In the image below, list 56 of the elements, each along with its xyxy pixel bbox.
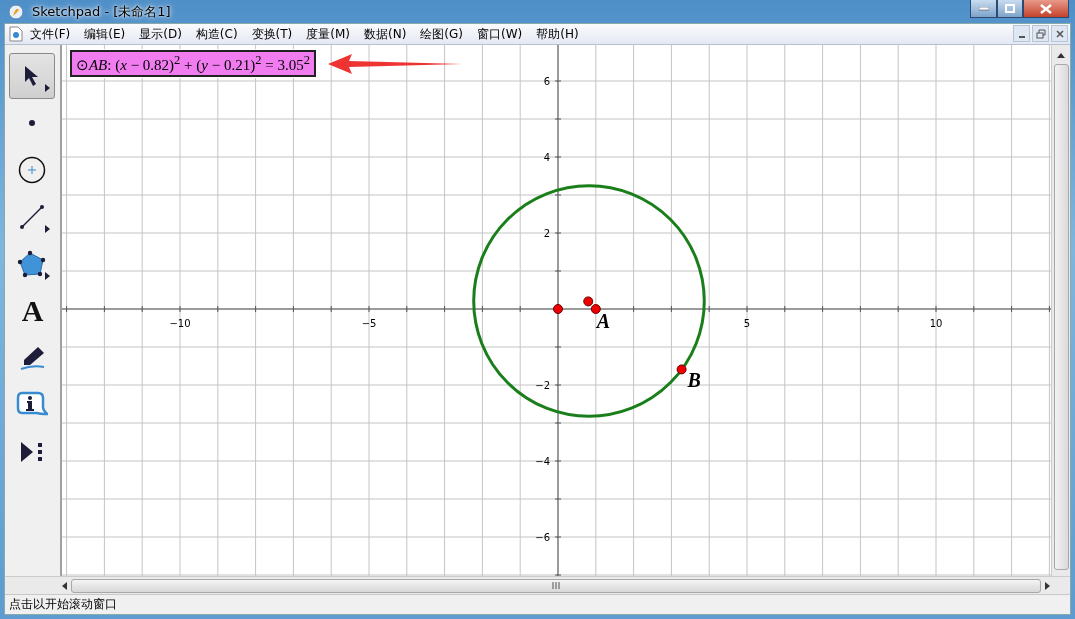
point-label: B <box>687 369 701 392</box>
point[interactable] <box>552 304 563 314</box>
close-button[interactable] <box>1023 0 1069 18</box>
maximize-icon <box>1005 4 1015 13</box>
restore-button[interactable] <box>1032 25 1049 42</box>
tool-button[interactable] <box>9 53 56 99</box>
menu-item[interactable]: 构造(C) <box>188 25 245 43</box>
axis-tick-label: −5 <box>361 318 377 329</box>
axis-tick-label: 10 <box>929 318 943 329</box>
point-label: A <box>596 310 611 332</box>
minimize-button[interactable] <box>1013 25 1030 42</box>
axis-tick-label: 5 <box>743 318 751 329</box>
point-icon <box>29 120 36 126</box>
axis-tick-label: 4 <box>543 152 550 163</box>
marker-pen-icon <box>18 345 47 371</box>
app-icon <box>8 3 24 20</box>
point[interactable] <box>676 364 687 375</box>
menu-item[interactable]: 显示(D) <box>132 25 189 43</box>
axis-tick-label: 6 <box>543 76 550 87</box>
scroll-left-icon[interactable] <box>62 581 67 590</box>
text-tool-button[interactable]: A <box>9 288 56 334</box>
restore-icon <box>1035 28 1046 39</box>
close-icon <box>1040 3 1052 14</box>
menu-item[interactable]: 文件(F) <box>23 25 78 43</box>
window-title: Sketchpad - [未命名1] <box>32 2 171 21</box>
menu-item[interactable]: 数据(N) <box>357 25 414 43</box>
minimize-button[interactable] <box>970 0 997 18</box>
circle-icon <box>18 156 47 184</box>
axis-tick-label: −2 <box>535 380 550 391</box>
menu-item[interactable]: 编辑(E) <box>77 25 133 43</box>
axis-tick-label: −10 <box>169 318 191 329</box>
pentagon-icon <box>17 250 48 278</box>
axis-tick-label: 2 <box>543 228 550 239</box>
minimize-icon <box>978 6 989 11</box>
axis-tick-label: −6 <box>535 532 550 543</box>
line-segment-icon <box>19 204 46 230</box>
horizontal-scrollbar-thumb[interactable] <box>71 578 1041 593</box>
point[interactable] <box>583 296 594 307</box>
menu-item[interactable]: 帮助(H) <box>529 25 586 43</box>
minimize-icon <box>1018 35 1025 38</box>
close-button[interactable] <box>1051 25 1068 42</box>
axis-tick-label: −4 <box>535 456 550 467</box>
maximize-button[interactable] <box>997 0 1023 18</box>
close-icon <box>1055 29 1064 38</box>
scroll-right-icon[interactable] <box>1045 581 1050 590</box>
menu-item[interactable]: 窗口(W) <box>470 25 530 43</box>
menu-item[interactable]: 度量(M) <box>299 25 357 43</box>
document-icon <box>9 26 23 42</box>
circle[interactable] <box>472 184 706 418</box>
menu-item[interactable]: 变换(T) <box>244 25 300 43</box>
status-text: 点击以开始滚动窗口 <box>9 596 117 613</box>
menu-item[interactable]: 绘图(G) <box>413 25 470 43</box>
scroll-up-icon[interactable] <box>1057 53 1065 58</box>
point[interactable] <box>590 304 601 314</box>
equation-label[interactable]: ⊙AB: (x − 0.82)$^{2}$ + (y − 0.21)$^{2}$ = 3.05$^{2}$ <box>69 50 316 77</box>
vertical-scrollbar-thumb[interactable] <box>1053 64 1069 570</box>
